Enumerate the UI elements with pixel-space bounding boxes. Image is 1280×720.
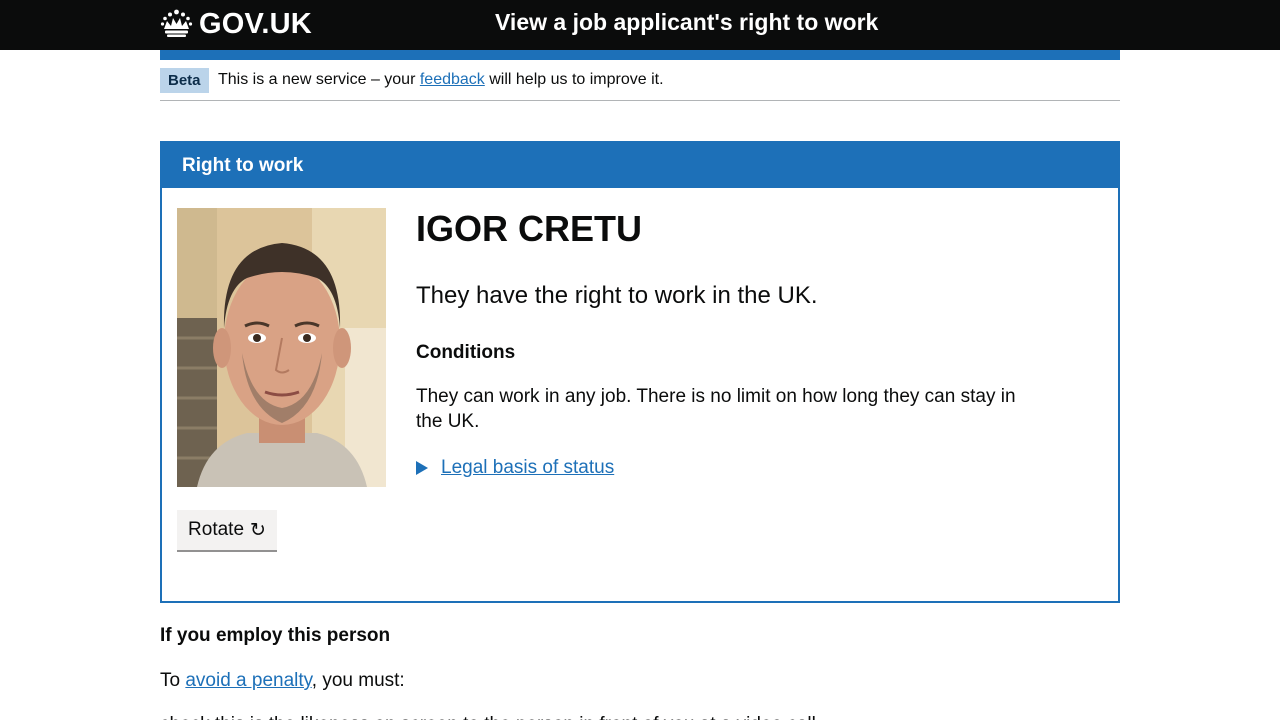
penalty-before: To	[160, 670, 186, 691]
applicant-photo	[177, 208, 386, 487]
page-header: GOV.UK View a job applicant's right to w…	[0, 0, 1280, 50]
conditions-heading: Conditions	[416, 342, 516, 363]
phase-banner: Beta This is a new service – your feedba…	[160, 60, 1120, 101]
employ-heading: If you employ this person	[160, 625, 391, 646]
penalty-line: To avoid a penalty, you must:	[160, 668, 405, 693]
logo-text: GOV.UK	[199, 7, 312, 40]
rotate-icon: ↻	[250, 519, 266, 541]
applicant-name: IGOR CRETU	[416, 208, 643, 249]
phase-text-before: This is a new service – your	[218, 71, 420, 88]
header-accent-bar	[160, 50, 1120, 60]
instruction-list-item: check this is the likeness on screen to …	[160, 712, 816, 720]
triangle-right-icon	[416, 460, 428, 475]
phase-banner-text: This is a new service – your feedback wi…	[218, 70, 664, 90]
rotate-label: Rotate	[188, 519, 245, 540]
avoid-penalty-link[interactable]: avoid a penalty	[185, 670, 311, 691]
right-to-work-panel: Right to work Rotate ↻ IGOR CRETU They h…	[160, 141, 1120, 603]
govuk-logo-link[interactable]: GOV.UK	[160, 6, 312, 42]
crown-icon	[160, 9, 193, 37]
phase-tag: Beta	[160, 68, 209, 93]
phase-text-after: will help us to improve it.	[484, 71, 664, 88]
panel-title: Right to work	[182, 155, 304, 176]
panel-header: Right to work	[162, 143, 1118, 188]
feedback-link[interactable]: feedback	[420, 71, 485, 88]
legal-basis-details[interactable]: Legal basis of status	[416, 455, 614, 480]
right-to-work-status: They have the right to work in the UK.	[416, 282, 818, 309]
legal-basis-summary[interactable]: Legal basis of status	[441, 455, 614, 480]
service-name-link[interactable]: View a job applicant's right to work	[495, 9, 878, 36]
rotate-button[interactable]: Rotate ↻	[177, 510, 277, 550]
penalty-after: , you must:	[311, 670, 405, 691]
conditions-text: They can work in any job. There is no li…	[416, 386, 1016, 432]
